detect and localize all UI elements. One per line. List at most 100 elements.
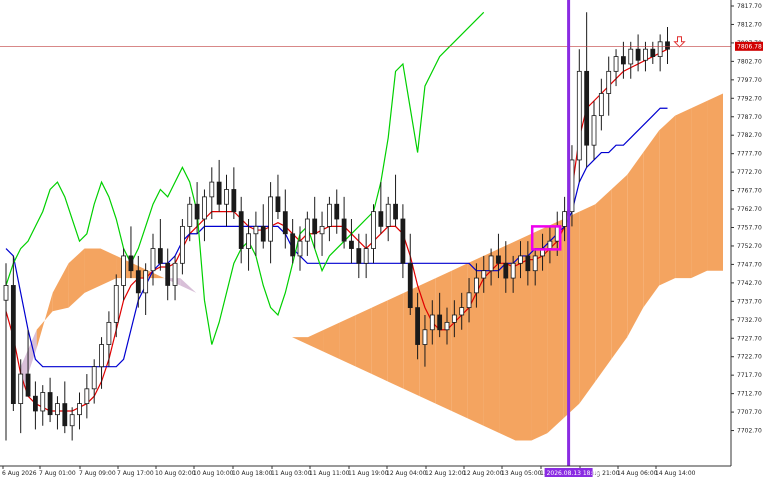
- candle-body: [150, 248, 156, 272]
- candle-body: [326, 203, 332, 227]
- candle-body: [525, 255, 531, 272]
- y-tick-label: 7707.70: [737, 409, 762, 416]
- cloud-segment: [691, 100, 708, 279]
- candle-body: [547, 240, 553, 249]
- candle-body: [143, 270, 149, 294]
- y-tick-label: 7762.70: [737, 206, 762, 213]
- candle-body: [643, 48, 648, 61]
- chart[interactable]: 7817.707812.707807.707802.707797.707792.…: [0, 0, 768, 480]
- candle-body: [25, 373, 31, 397]
- candle-body: [532, 255, 538, 272]
- y-tick-label: 7787.70: [737, 114, 762, 121]
- y-tick-label: 7777.70: [737, 151, 762, 158]
- candle-body: [503, 262, 509, 279]
- cloud-segment: [387, 292, 404, 389]
- time-marker-label: 2026.08.13 18:00: [547, 470, 601, 477]
- candle-body: [341, 218, 347, 242]
- cloud-segment: [675, 108, 692, 279]
- y-tick-label: 7727.70: [737, 335, 762, 342]
- candle-body: [297, 240, 303, 257]
- candle-body: [3, 285, 9, 301]
- cloud-segment: [419, 278, 436, 404]
- x-tick-label: 12 Aug 12:00: [425, 470, 466, 477]
- candle-body: [312, 218, 318, 235]
- candle-body: [135, 270, 141, 294]
- candle-body: [238, 211, 244, 249]
- candle-body: [621, 56, 626, 65]
- candle-body: [55, 403, 60, 416]
- candle-body: [415, 307, 421, 345]
- candle-body: [253, 225, 259, 235]
- y-tick-label: 7722.70: [737, 354, 762, 361]
- cloud-segment: [339, 314, 356, 367]
- y-tick-label: 7797.70: [737, 77, 762, 84]
- candle-body: [371, 211, 376, 249]
- candle-body: [628, 48, 634, 65]
- y-tick-label: 7782.70: [737, 132, 762, 139]
- candle-body: [385, 203, 391, 227]
- time-marker-line: [567, 0, 571, 466]
- candle-body: [99, 344, 104, 368]
- y-tick-label: 7747.70: [737, 261, 762, 268]
- candle-body: [62, 403, 68, 427]
- candle-body: [422, 329, 428, 345]
- candle-body: [290, 233, 296, 257]
- candle-body: [209, 181, 215, 198]
- candle-body: [172, 262, 178, 286]
- candle-body: [429, 314, 435, 331]
- candle-body: [657, 41, 663, 57]
- candle-body: [10, 285, 16, 404]
- candle-body: [400, 218, 406, 264]
- x-tick-label: 7 Aug 17:00: [117, 470, 154, 477]
- cloud-segment: [659, 115, 676, 286]
- cloud-segment: [355, 307, 372, 375]
- y-tick-label: 7702.70: [737, 428, 762, 435]
- x-tick-label: 7 Aug 01:00: [39, 470, 76, 477]
- candle-body: [275, 196, 281, 213]
- candle-body: [363, 248, 369, 264]
- candle-body: [121, 255, 126, 286]
- candle-body: [69, 414, 75, 427]
- y-axis: 7817.707812.707807.707802.707797.707792.…: [731, 3, 762, 435]
- candle-body: [496, 255, 501, 264]
- x-tick-label: 10 Aug 18:00: [232, 470, 273, 477]
- y-tick-label: 7732.70: [737, 317, 762, 324]
- y-tick-label: 7767.70: [737, 188, 762, 195]
- cloud-segment: [627, 152, 644, 338]
- x-tick-label: 7 Aug 09:00: [79, 470, 116, 477]
- cloud-segment: [563, 211, 580, 419]
- candle-body: [319, 225, 325, 235]
- candle-body: [202, 196, 207, 220]
- x-tick-label: 10 Aug 02:00: [155, 470, 196, 477]
- candle-body: [437, 314, 443, 331]
- y-tick-label: 7717.70: [737, 372, 762, 379]
- candle-body: [665, 41, 670, 50]
- cloud-segment: [371, 300, 388, 382]
- candle-body: [466, 292, 472, 309]
- x-tick-label: 10 Aug 10:00: [193, 470, 234, 477]
- y-tick-label: 7817.70: [737, 3, 762, 10]
- candle-body: [106, 321, 112, 345]
- candle-body: [187, 203, 193, 227]
- candle-body: [554, 225, 560, 242]
- candle-body: [260, 225, 266, 242]
- y-tick-label: 7812.70: [737, 21, 762, 28]
- candle-body: [378, 211, 384, 227]
- y-tick-label: 7772.70: [737, 169, 762, 176]
- candle-body: [349, 240, 354, 249]
- candle-body: [18, 373, 24, 404]
- candle-body: [598, 93, 604, 117]
- candle-body: [518, 255, 523, 264]
- x-tick-label: 11 Aug 19:00: [348, 470, 389, 477]
- y-tick-label: 7757.70: [737, 225, 762, 232]
- x-tick-label: 14 Aug 06:00: [617, 470, 658, 477]
- candle-body: [569, 159, 575, 213]
- x-tick-label: 13 Aug 05:00: [501, 470, 542, 477]
- candle-body: [40, 392, 46, 412]
- candle-body: [157, 248, 163, 264]
- candle-body: [562, 211, 567, 227]
- x-tick-label: 6 Aug 2026: [2, 470, 37, 477]
- cloud-segment: [84, 248, 101, 293]
- x-tick-label: 11 Aug 03:00: [271, 470, 312, 477]
- cloud-segment: [611, 174, 628, 360]
